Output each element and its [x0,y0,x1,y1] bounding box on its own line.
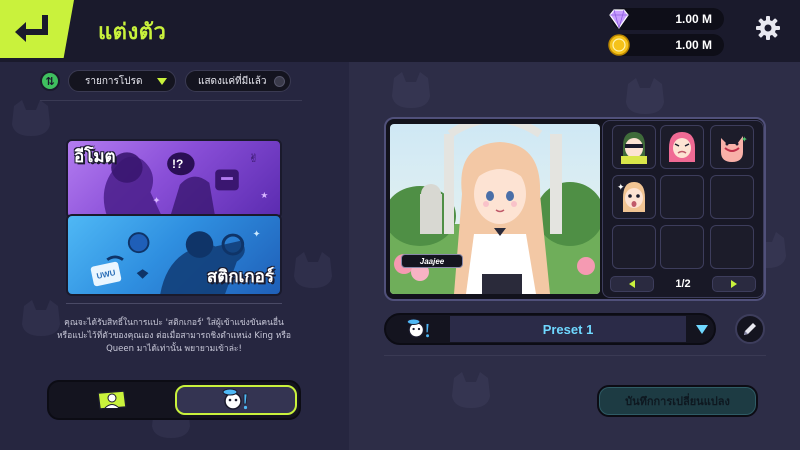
next-page-button[interactable] [712,276,756,292]
page-title: แต่งตัว [98,20,167,45]
svg-text:✦: ✦ [152,196,160,207]
green-hair-sticker-icon [621,132,647,164]
svg-text:✦: ✦ [253,229,261,240]
category-dropdown[interactable]: รายการโปรด [68,70,176,92]
paw-decoration-icon [388,70,434,110]
svg-text:✌: ✌ [249,151,259,165]
sticker-mode-button[interactable] [175,385,297,415]
sticker-face-icon [406,318,430,338]
sticker-slot-empty[interactable] [612,225,656,269]
paw-decoration-icon [8,98,54,138]
character-name-tag: Jaajee [401,254,463,268]
emote-banner-label: อีโมต [74,147,116,167]
chevron-left-icon [629,280,635,288]
gear-icon [756,16,780,40]
svg-text:★: ★ [260,191,268,201]
surprised-sticker-icon: ✦ [617,182,645,212]
diamond-icon [609,9,629,30]
coin-amount: 1.00 M [675,38,712,52]
paw-decoration-icon [448,370,494,410]
pencil-icon [744,323,756,335]
sort-icon: ⇅ [45,74,55,88]
sticker-description: คุณจะได้รับสิทธิ์ในการแปะ 'สติกเกอร์' ใส… [56,318,292,354]
emote-card-icon [97,390,127,410]
sticker-slot-empty[interactable] [710,225,754,269]
preset-name: Preset 1 [450,316,686,342]
fox-sticker-icon: ✦ [721,135,748,162]
preset-icon-box [388,316,450,342]
chevron-right-icon [731,280,737,288]
sticker-slot[interactable]: ✦ [612,175,656,219]
sticker-slot-empty[interactable] [660,175,704,219]
paw-decoration-icon [622,76,668,116]
coin-balance: 1.00 M [608,34,724,56]
character-preview [390,124,600,294]
sticker-slot[interactable]: ✦ [710,125,754,169]
emote-symbol: !? [172,157,184,171]
gem-balance: 1.00 M [609,8,724,30]
character-portrait [390,124,600,294]
sticker-banner-label: สติกเกอร์ [206,267,274,287]
sticker-slot-empty[interactable] [660,225,704,269]
mode-toggle [47,380,301,420]
divider [384,355,766,356]
save-changes-button[interactable]: บันทึกการเปลี่ยนแปลง [597,385,758,417]
chevron-down-icon[interactable] [696,325,708,334]
return-arrow-icon [15,15,48,42]
emote-banner[interactable]: ✌ ✦ ★ !? อีโมต [66,139,282,219]
page-indicator: 1/2 [675,278,691,290]
svg-text:✦: ✦ [617,183,625,193]
svg-text:✦: ✦ [741,135,748,144]
owned-only-toggle[interactable]: แสดงแค่ที่มีแล้ว [185,70,291,92]
paw-decoration-icon [290,250,336,290]
sort-button[interactable]: ⇅ [40,71,60,91]
prev-page-button[interactable] [610,276,654,292]
emote-mode-button[interactable] [53,385,171,415]
pink-hair-sticker-icon [669,132,695,162]
coin-icon [608,34,630,56]
gem-amount: 1.00 M [675,12,712,26]
sticker-slot[interactable] [612,125,656,169]
divider [40,100,302,101]
sticker-face-icon [222,388,248,410]
chevron-down-icon [157,78,167,85]
sticker-slot-empty[interactable] [710,175,754,219]
sticker-slot[interactable] [660,125,704,169]
owned-only-label: แสดงแค่ที่มีแล้ว [198,75,267,87]
divider [66,303,282,304]
sticker-banner[interactable]: ✦ UWU สติกเกอร์ [66,214,282,296]
edit-preset-button[interactable] [735,314,765,344]
category-value: รายการโปรด [85,75,143,87]
toggle-knob [274,76,285,87]
settings-button[interactable] [754,14,782,42]
back-button[interactable] [0,0,74,58]
